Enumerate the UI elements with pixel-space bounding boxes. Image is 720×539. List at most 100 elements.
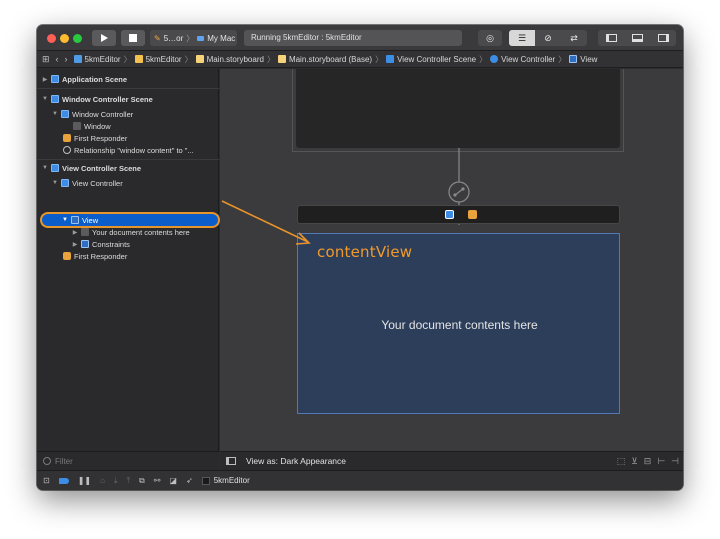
inspector-toggle-icon[interactable] <box>650 30 676 46</box>
view-as-label[interactable]: View as: Dark Appearance <box>246 456 346 466</box>
label-icon <box>81 228 89 236</box>
outline-row-application-scene[interactable]: ▶ Application Scene <box>37 73 219 85</box>
update-frames-icon[interactable]: ⬚ <box>617 456 626 467</box>
align-icon[interactable]: ⊟ <box>644 456 652 467</box>
memory-graph-icon[interactable]: ⚯ <box>154 476 161 485</box>
process-icon <box>201 476 210 485</box>
close-window-button[interactable] <box>47 34 56 43</box>
disclosure-triangle-icon[interactable]: ▼ <box>41 165 49 171</box>
stop-icon <box>129 34 137 42</box>
scheme-label: 5…or <box>163 33 184 43</box>
chevron-right-icon: 〉 <box>266 54 275 64</box>
pin-icon[interactable]: ⊢ <box>657 456 665 467</box>
resolve-issues-icon[interactable]: ⊣ <box>671 456 679 467</box>
filter-field[interactable]: Filter <box>37 451 219 470</box>
view-icon <box>569 55 578 64</box>
breadcrumb-item-project[interactable]: 5kmEditor <box>73 55 121 64</box>
step-over-icon[interactable]: ⌂ <box>100 476 105 485</box>
location-icon[interactable]: ➶ <box>186 476 193 485</box>
activity-status: Running 5kmEditor : 5kmEditor <box>244 30 462 46</box>
outline-row-window-controller[interactable]: ▼ Window Controller <box>37 108 219 120</box>
grid-icon[interactable]: ⊞ <box>42 54 50 65</box>
view-controller-icon[interactable] <box>445 210 454 219</box>
forward-arrow-icon[interactable]: › <box>65 54 68 64</box>
disclosure-triangle-icon[interactable]: ▼ <box>51 180 59 186</box>
disclosure-triangle-icon[interactable]: ▶ <box>71 229 79 236</box>
library-button[interactable]: ◎ <box>478 30 502 46</box>
stop-button[interactable] <box>121 30 145 46</box>
first-responder-icon[interactable] <box>468 210 477 219</box>
outline-row-relationship[interactable]: Relationship "window content" to "... <box>37 144 219 156</box>
window-icon <box>73 122 81 130</box>
filter-icon <box>43 457 51 465</box>
disclosure-triangle-icon[interactable]: ▼ <box>41 96 49 102</box>
process-label[interactable]: 5kmEditor <box>214 476 250 485</box>
xcode-window: ✎ 5…or 〉 My Mac Running 5kmEditor : 5kmE… <box>37 25 683 490</box>
breadcrumb-item-storyboard[interactable]: Main.storyboard <box>195 55 264 64</box>
run-button[interactable] <box>92 30 116 46</box>
minimize-window-button[interactable] <box>60 34 69 43</box>
standard-editor-icon[interactable]: ☰ <box>509 30 535 46</box>
environment-overrides-icon[interactable]: ◪ <box>169 476 177 485</box>
breakpoints-icon[interactable] <box>58 477 69 484</box>
disclosure-triangle-icon[interactable]: ▶ <box>71 241 79 248</box>
divider <box>37 159 219 160</box>
breadcrumb-item-view-controller[interactable]: View Controller <box>490 55 555 64</box>
editor-mode-segmented[interactable]: ☰ ⊘ ⇄ <box>509 30 587 46</box>
storyboard-canvas[interactable]: Your document contents here contentView <box>220 69 683 451</box>
hide-debug-area-icon[interactable]: ⊡ <box>43 476 50 485</box>
breadcrumb-item-view[interactable]: View <box>569 55 597 64</box>
outline-row-view-controller[interactable]: ▼ View Controller <box>37 177 219 189</box>
outline-row-first-responder[interactable]: First Responder <box>37 132 219 144</box>
outline-row-view-controller-scene[interactable]: ▼ View Controller Scene <box>37 162 219 174</box>
scheme-selector[interactable]: ✎ 5…or 〉 My Mac <box>150 30 237 46</box>
scene-icon <box>386 55 395 64</box>
chevron-right-icon: 〉 <box>375 54 384 64</box>
debug-area-toggle-icon[interactable] <box>624 30 650 46</box>
canvas-bottom-bar: View as: Dark Appearance ⬚ ⊻ ⊟ ⊢ ⊣ <box>220 451 683 470</box>
outline-row-window[interactable]: Window <box>37 120 219 132</box>
step-into-icon[interactable]: ⤓ <box>114 476 118 486</box>
view-controller-dock[interactable] <box>297 205 620 224</box>
first-responder-icon <box>63 252 71 260</box>
breadcrumb-item-scene[interactable]: View Controller Scene <box>386 55 476 64</box>
debug-bar: ⊡ ❚❚ ⌂ ⤓ ⤒ ⧉ ⚯ ◪ ➶ 5kmEditor <box>37 470 683 490</box>
divider <box>37 88 219 89</box>
chevron-right-icon: 〉 <box>123 54 132 64</box>
pause-icon[interactable]: ❚❚ <box>78 476 91 485</box>
scene-icon <box>51 75 59 83</box>
folder-icon <box>134 55 143 64</box>
chevron-right-icon: 〉 <box>184 54 193 64</box>
document-placeholder-label[interactable]: Your document contents here <box>298 318 621 332</box>
version-editor-icon[interactable]: ⇄ <box>561 30 587 46</box>
assistant-editor-icon[interactable]: ⊘ <box>535 30 561 46</box>
back-arrow-icon[interactable]: ‹ <box>56 54 59 64</box>
outline-row-window-controller-scene[interactable]: ▼ Window Controller Scene <box>37 93 219 105</box>
zoom-window-button[interactable] <box>73 34 82 43</box>
project-icon <box>73 55 82 64</box>
outline-row-first-responder-2[interactable]: First Responder <box>37 250 219 262</box>
chevron-right-icon: 〉 <box>479 54 488 64</box>
breadcrumb-item-folder[interactable]: 5kmEditor <box>134 55 182 64</box>
step-out-icon[interactable]: ⤒ <box>127 476 131 486</box>
panel-toggle-segmented[interactable] <box>598 30 676 46</box>
toolbar: ✎ 5…or 〉 My Mac Running 5kmEditor : 5kmE… <box>37 25 683 51</box>
window-controller-icon <box>61 110 69 118</box>
navigator-toggle-icon[interactable] <box>598 30 624 46</box>
scene-icon <box>51 164 59 172</box>
sidebar-toggle-icon[interactable] <box>226 457 236 465</box>
chevron-right-icon: 〉 <box>186 33 195 43</box>
storyboard-file-icon <box>277 55 286 64</box>
scheme-app-icon: ✎ <box>154 33 161 43</box>
disclosure-triangle-icon[interactable]: ▶ <box>41 76 49 83</box>
breadcrumb-item-storyboard-base[interactable]: Main.storyboard (Base) <box>277 55 372 64</box>
embed-in-icon[interactable]: ⊻ <box>631 456 638 467</box>
view-debugger-icon[interactable]: ⧉ <box>139 476 145 486</box>
scene-icon <box>51 95 59 103</box>
filter-placeholder: Filter <box>55 456 73 466</box>
view-controller-icon <box>490 55 499 64</box>
chevron-right-icon: 〉 <box>558 54 567 64</box>
play-icon <box>101 34 108 42</box>
outline-row-constraints[interactable]: ▶ Constraints <box>37 238 219 250</box>
disclosure-triangle-icon[interactable]: ▼ <box>51 111 59 117</box>
